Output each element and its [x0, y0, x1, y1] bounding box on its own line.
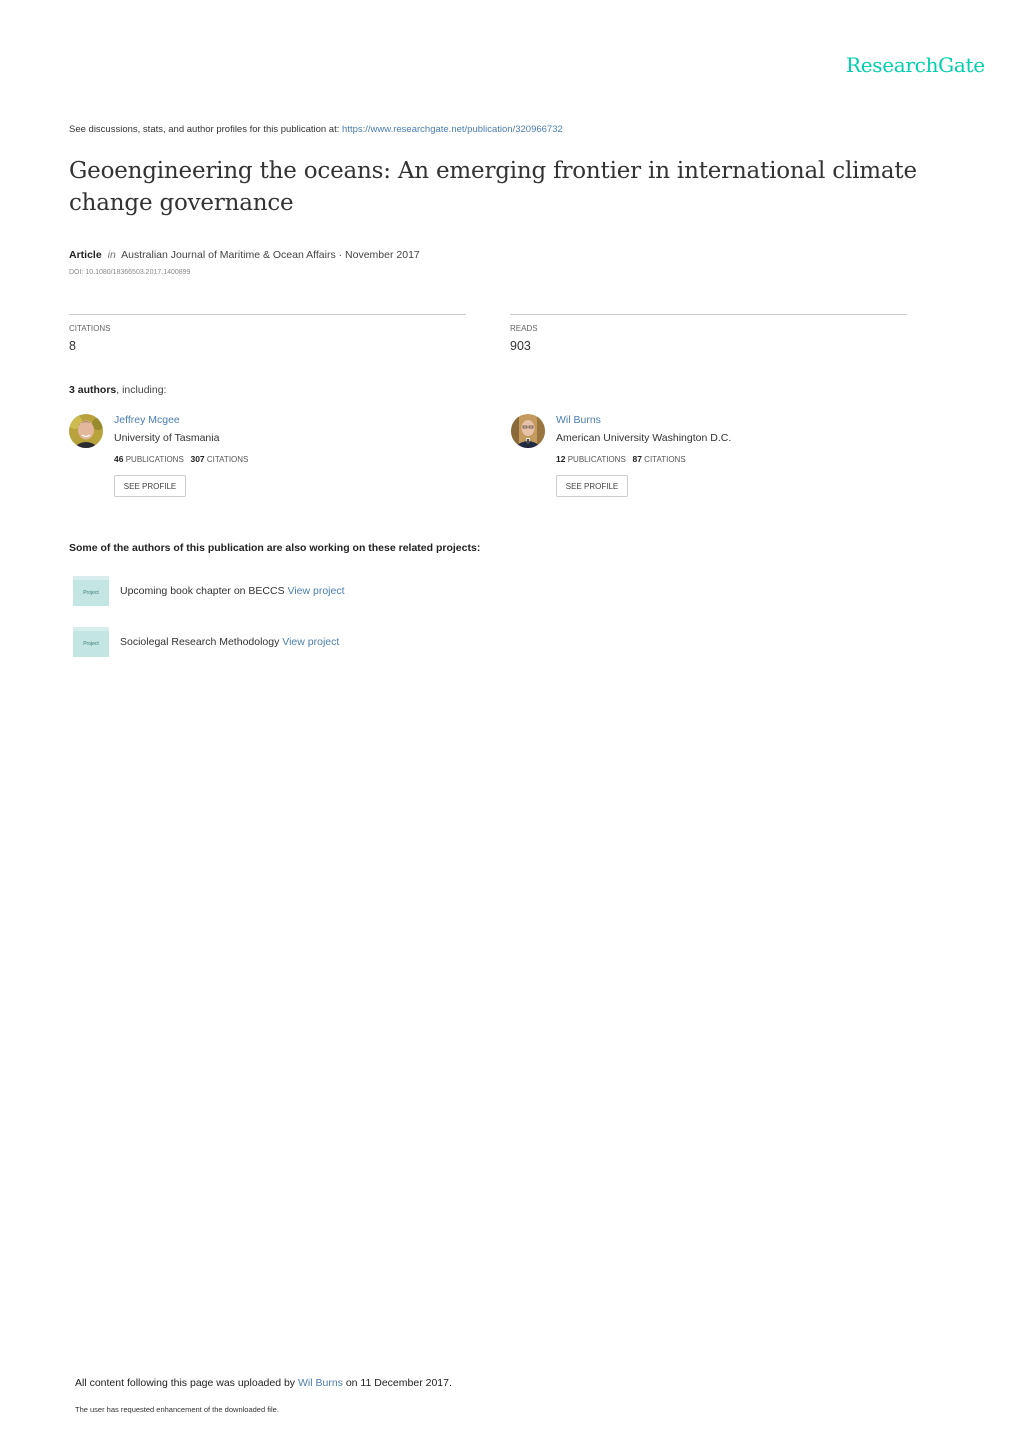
see-discussions-line: See discussions, stats, and author profi…: [69, 124, 563, 135]
project-icon-label: Project: [73, 631, 109, 657]
author-stats: 12 PUBLICATIONS 87 CITATIONS: [556, 454, 686, 464]
publication-url-link[interactable]: https://www.researchgate.net/publication…: [342, 124, 563, 135]
author-name-link[interactable]: Jeffrey Mcgee: [114, 414, 180, 426]
in-label: in: [107, 249, 116, 261]
project-folder-icon: Project: [73, 627, 109, 657]
author-name-link[interactable]: Wil Burns: [556, 414, 601, 426]
authors-header: 3 authors, including:: [69, 384, 166, 396]
author-institution: American University Washington D.C.: [556, 432, 732, 444]
citations-label: CITATIONS: [69, 324, 111, 333]
publications-label: PUBLICATIONS: [567, 455, 626, 464]
project-folder-icon: Project: [73, 576, 109, 606]
publication-meta: Article in Australian Journal of Maritim…: [69, 249, 420, 261]
enhancement-note: The user has requested enhancement of th…: [75, 1405, 279, 1414]
divider-right: [510, 314, 907, 315]
citations-count: 307: [190, 454, 205, 464]
journal-date: Australian Journal of Maritime & Ocean A…: [121, 249, 420, 261]
publications-count: 12: [556, 454, 566, 464]
view-project-link[interactable]: View project: [288, 585, 345, 597]
uploader-link[interactable]: Wil Burns: [298, 1377, 343, 1389]
project-text: Upcoming book chapter on BECCS View proj…: [120, 585, 345, 597]
avatar[interactable]: [69, 414, 103, 448]
divider-left: [69, 314, 466, 315]
upload-suffix: on 11 December 2017.: [342, 1377, 452, 1389]
researchgate-logo[interactable]: ResearchGate: [846, 53, 985, 77]
upload-notice: All content following this page was uplo…: [75, 1377, 452, 1389]
project-icon-label: Project: [73, 580, 109, 606]
avatar[interactable]: [511, 414, 545, 448]
reads-label: READS: [510, 324, 538, 333]
view-project-link[interactable]: View project: [282, 636, 339, 648]
citations-value: 8: [69, 339, 76, 353]
related-projects-header: Some of the authors of this publication …: [69, 542, 481, 554]
author-institution: University of Tasmania: [114, 432, 220, 444]
authors-count: 3 authors: [69, 384, 117, 396]
publications-count: 46: [114, 454, 124, 464]
citations-label: CITATIONS: [644, 455, 686, 464]
project-title: Upcoming book chapter on BECCS: [120, 585, 285, 597]
project-text: Sociolegal Research Methodology View pro…: [120, 636, 339, 648]
see-profile-button[interactable]: SEE PROFILE: [556, 475, 628, 497]
doi: DOI: 10.1080/18366503.2017.1400899: [69, 269, 191, 276]
author-card: Wil Burns American University Washington…: [511, 414, 911, 504]
reads-value: 903: [510, 339, 531, 353]
upload-prefix: All content following this page was uplo…: [75, 1377, 298, 1389]
project-title: Sociolegal Research Methodology: [120, 636, 280, 648]
publication-title: Geoengineering the oceans: An emerging f…: [69, 158, 917, 216]
author-card: Jeffrey Mcgee University of Tasmania 46 …: [69, 414, 469, 504]
see-profile-button[interactable]: SEE PROFILE: [114, 475, 186, 497]
publications-label: PUBLICATIONS: [125, 455, 184, 464]
author-stats: 46 PUBLICATIONS 307 CITATIONS: [114, 454, 248, 464]
authors-suffix: , including:: [116, 384, 167, 396]
project-item: Project Upcoming book chapter on BECCS V…: [73, 576, 573, 608]
citations-label: CITATIONS: [206, 455, 249, 464]
project-item: Project Sociolegal Research Methodology …: [73, 627, 573, 659]
publication-type: Article: [69, 249, 102, 261]
see-discussions-text: See discussions, stats, and author profi…: [69, 124, 343, 135]
citations-count: 87: [632, 454, 642, 464]
